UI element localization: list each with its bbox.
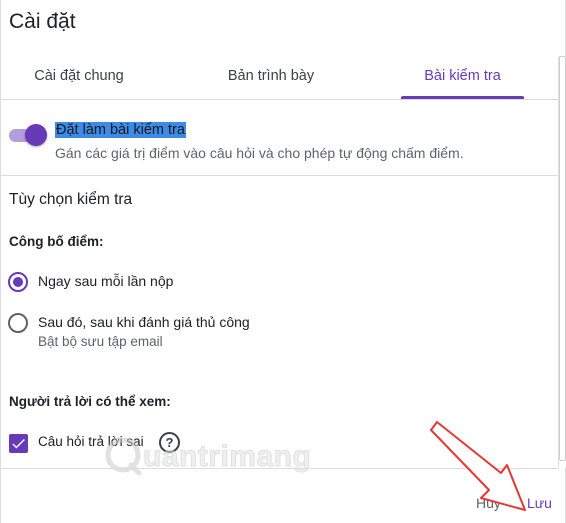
release-grade-label: Công bố điểm: <box>9 234 104 249</box>
make-quiz-toggle[interactable] <box>9 124 47 146</box>
checkmark-icon <box>12 438 25 449</box>
missed-questions-label[interactable]: Câu hỏi trả lời sai <box>38 434 144 449</box>
make-quiz-description: Gán các giá trị điểm vào câu hỏi và cho … <box>55 145 464 161</box>
tab-general[interactable]: Cài đặt chung <box>1 55 157 99</box>
radio-manual-review[interactable] <box>8 313 28 333</box>
cancel-button[interactable]: Hủy <box>476 495 501 511</box>
make-quiz-title: Đặt làm bài kiểm tra <box>55 122 186 138</box>
dialog-title: Cài đặt <box>9 10 76 33</box>
make-quiz-title-text: Đặt làm bài kiểm tra <box>55 122 186 138</box>
tab-presentation[interactable]: Bản trình bày <box>191 55 351 99</box>
save-button[interactable]: Lưu <box>527 495 552 511</box>
radio-immediately-label[interactable]: Ngay sau mỗi lần nộp <box>38 273 173 289</box>
collect-email-note: Bật bộ sưu tập email <box>38 334 163 349</box>
settings-dialog: Cài đặt Cài đặt chung Bản trình bày Bài … <box>0 0 566 523</box>
make-quiz-row: Đặt làm bài kiểm tra Gán các giá trị điể… <box>1 108 558 176</box>
toggle-knob <box>25 124 47 146</box>
respondent-can-see-label: Người trả lời có thể xem: <box>9 394 171 409</box>
radio-immediately[interactable] <box>8 272 28 292</box>
help-circle-icon[interactable]: ? <box>159 432 180 453</box>
radio-manual-review-label[interactable]: Sau đó, sau khi đánh giá thủ công <box>38 314 250 330</box>
footer-divider <box>1 468 558 469</box>
tab-quizzes[interactable]: Bài kiểm tra <box>401 55 524 99</box>
quiz-options-heading: Tùy chọn kiểm tra <box>9 191 133 208</box>
active-tab-indicator <box>401 96 524 99</box>
tab-bar: Cài đặt chung Bản trình bày Bài kiểm tra <box>1 55 559 100</box>
missed-questions-checkbox[interactable] <box>9 434 28 453</box>
scrollbar-thumb[interactable] <box>559 56 566 461</box>
